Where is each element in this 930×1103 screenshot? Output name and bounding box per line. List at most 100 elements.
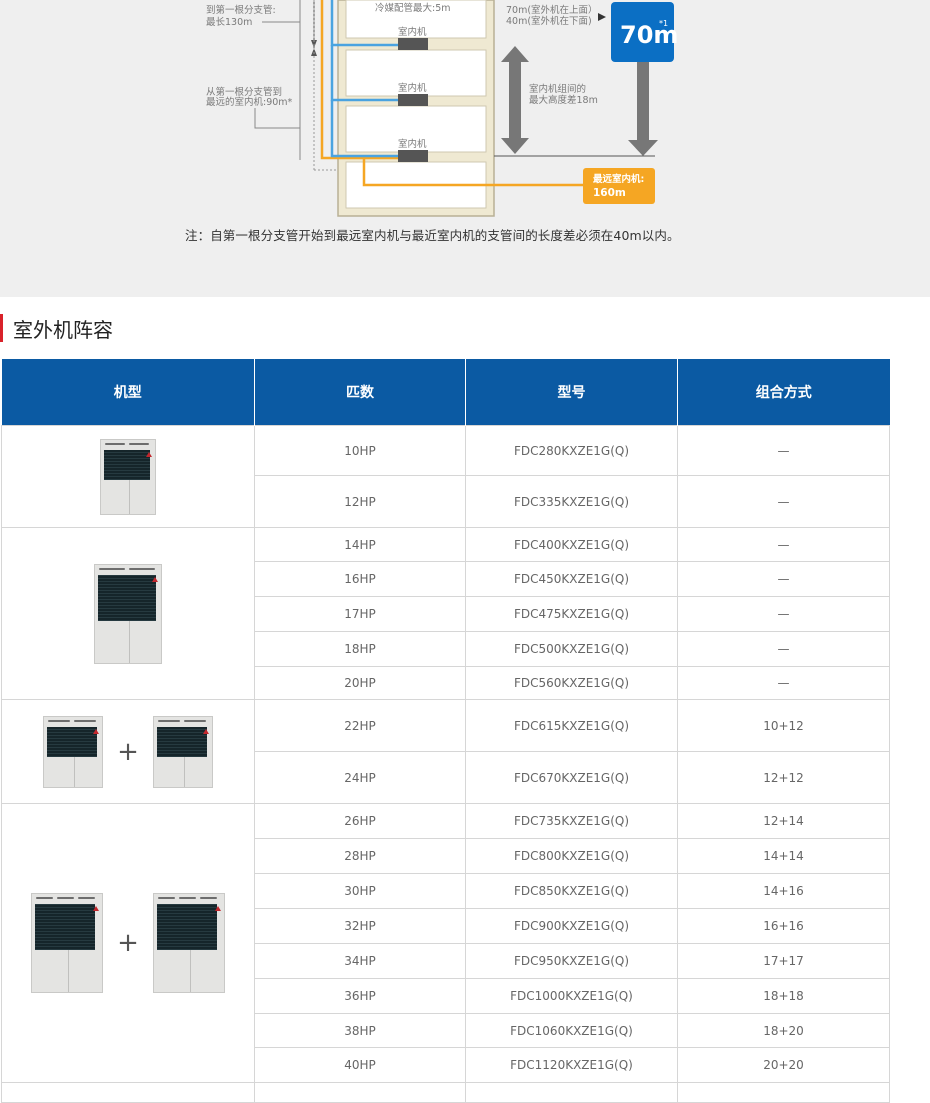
indoor-height-label-2: 最大高度差18m xyxy=(529,94,598,106)
combo-cell: 20+20 xyxy=(677,1047,890,1083)
hp-cell: 14HP xyxy=(254,527,466,562)
table-row xyxy=(1,1082,890,1103)
table-row: 14HP FDC400KXZE1G(Q) — xyxy=(1,527,890,700)
hp-cell: 36HP xyxy=(254,978,466,1014)
header-combo: 组合方式 xyxy=(677,359,890,426)
indoor-unit-icon xyxy=(398,38,428,50)
model-cell: FDC850KXZE1G(Q) xyxy=(465,873,678,909)
height-label-2: 40m(室外机在下面) xyxy=(506,15,592,27)
hp-cell: 34HP xyxy=(254,943,466,979)
combo-cell: — xyxy=(677,631,890,667)
piping-diagram-panel: 到第一根分支管: 最长130m 从第一根分支管到 最远的室内机:90m* 冷媒配… xyxy=(0,0,930,297)
model-cell: FDC670KXZE1G(Q) xyxy=(465,751,678,804)
model-cell: FDC475KXZE1G(Q) xyxy=(465,596,678,632)
combo-cell: — xyxy=(677,527,890,562)
model-cell: FDC735KXZE1G(Q) xyxy=(465,803,678,839)
header-type: 机型 xyxy=(1,359,255,426)
combo-cell: 10+12 xyxy=(677,699,890,752)
diagram-note: 注：自第一根分支管开始到最远室内机与最近室内机的支管间的长度差必须在40m以内。 xyxy=(185,228,680,243)
combo-cell: — xyxy=(677,475,890,528)
branch-max-label-2: 最长130m xyxy=(206,16,252,28)
header-hp: 匹数 xyxy=(254,359,466,426)
combo-cell: — xyxy=(677,425,890,476)
hp-cell: 20HP xyxy=(254,666,466,700)
hp-cell: 32HP xyxy=(254,908,466,944)
model-cell: FDC280KXZE1G(Q) xyxy=(465,425,678,476)
indoor-height-label-1: 室内机组间的 xyxy=(529,83,586,95)
height-label-1: 70m(室外机在上面） xyxy=(506,4,598,16)
unit-image-cell: + xyxy=(1,803,255,1083)
indoor-unit-icon xyxy=(398,150,428,162)
outdoor-unit-table: 机型 匹数 型号 组合方式 10HP FDC280KXZE1G(Q) —12HP FD… xyxy=(1,359,890,1103)
combo-cell: 14+16 xyxy=(677,873,890,909)
model-cell: FDC615KXZE1G(Q) xyxy=(465,699,678,752)
section-title: 室外机阵容 xyxy=(13,317,113,342)
section-heading: 室外机阵容 xyxy=(0,314,113,342)
hp-cell: 17HP xyxy=(254,596,466,632)
hp-cell: 40HP xyxy=(254,1047,466,1083)
hp-cell: 16HP xyxy=(254,561,466,597)
plus-sign: + xyxy=(117,736,139,767)
branch-far-label-2: 最远的室内机:90m* xyxy=(206,96,293,108)
hp-cell: 18HP xyxy=(254,631,466,667)
combo-cell: 12+12 xyxy=(677,751,890,804)
table-row: +22HP FDC615KXZE1G(Q) 10+12 xyxy=(1,699,890,804)
outdoor-unit-image xyxy=(100,438,156,515)
outdoor-unit-image xyxy=(31,893,104,993)
height-badge-sup: *1 xyxy=(659,19,668,28)
outdoor-unit-image xyxy=(43,715,104,788)
outdoor-unit-image xyxy=(152,715,213,788)
hp-cell: 24HP xyxy=(254,751,466,804)
model-cell: FDC950KXZE1G(Q) xyxy=(465,943,678,979)
combo-cell: 18+18 xyxy=(677,978,890,1014)
model-cell: FDC800KXZE1G(Q) xyxy=(465,838,678,874)
hp-cell: 12HP xyxy=(254,475,466,528)
farthest-value: 160m xyxy=(593,187,626,199)
model-cell: FDC500KXZE1G(Q) xyxy=(465,631,678,667)
model-cell: FDC900KXZE1G(Q) xyxy=(465,908,678,944)
combo-cell: 12+14 xyxy=(677,803,890,839)
combo-cell: — xyxy=(677,596,890,632)
table-row: +26HP FDC735KXZE1G(Q) 12+14 xyxy=(1,803,890,1083)
hp-cell: 26HP xyxy=(254,803,466,839)
model-cell: FDC400KXZE1G(Q) xyxy=(465,527,678,562)
outdoor-unit-image xyxy=(94,563,162,664)
branch-max-label-1: 到第一根分支管: xyxy=(206,4,276,16)
hp-cell: 30HP xyxy=(254,873,466,909)
indoor-unit-label-3: 室内机 xyxy=(398,138,427,150)
combo-cell: 18+20 xyxy=(677,1013,890,1048)
empty-cell xyxy=(1,1082,255,1103)
hp-cell: 38HP xyxy=(254,1013,466,1048)
plus-sign: + xyxy=(117,928,139,958)
hp-cell: 22HP xyxy=(254,699,466,752)
height-badge-value: 70m xyxy=(620,21,678,49)
unit-image-cell xyxy=(1,527,255,700)
unit-image-cell: + xyxy=(1,699,255,804)
model-cell: FDC450KXZE1G(Q) xyxy=(465,561,678,597)
empty-cell xyxy=(254,1082,466,1103)
model-cell: FDC1000KXZE1G(Q) xyxy=(465,978,678,1014)
indoor-unit-icon xyxy=(398,94,428,106)
combo-cell: 14+14 xyxy=(677,838,890,874)
combo-cell: — xyxy=(677,666,890,700)
model-cell: FDC1120KXZE1G(Q) xyxy=(465,1047,678,1083)
model-cell: FDC560KXZE1G(Q) xyxy=(465,666,678,700)
indoor-unit-label-2: 室内机 xyxy=(398,82,427,94)
model-cell: FDC1060KXZE1G(Q) xyxy=(465,1013,678,1048)
model-cell: FDC335KXZE1G(Q) xyxy=(465,475,678,528)
table-header-row: 机型 匹数 型号 组合方式 xyxy=(1,359,890,426)
hp-cell: 28HP xyxy=(254,838,466,874)
table-row: 10HP FDC280KXZE1G(Q) — xyxy=(1,425,890,528)
pipe-max-label: 冷媒配管最大:5m xyxy=(375,2,451,14)
combo-cell: — xyxy=(677,561,890,597)
combo-cell: 17+17 xyxy=(677,943,890,979)
hp-cell: 10HP xyxy=(254,425,466,476)
unit-image-cell xyxy=(1,425,255,528)
section-accent-bar xyxy=(0,314,3,342)
piping-diagram: 到第一根分支管: 最长130m 从第一根分支管到 最远的室内机:90m* 冷媒配… xyxy=(206,0,678,217)
farthest-label: 最远室内机: xyxy=(593,173,644,185)
empty-cell xyxy=(677,1082,890,1103)
combo-cell: 16+16 xyxy=(677,908,890,944)
outdoor-unit-image xyxy=(152,893,225,993)
indoor-unit-label-1: 室内机 xyxy=(398,26,427,38)
